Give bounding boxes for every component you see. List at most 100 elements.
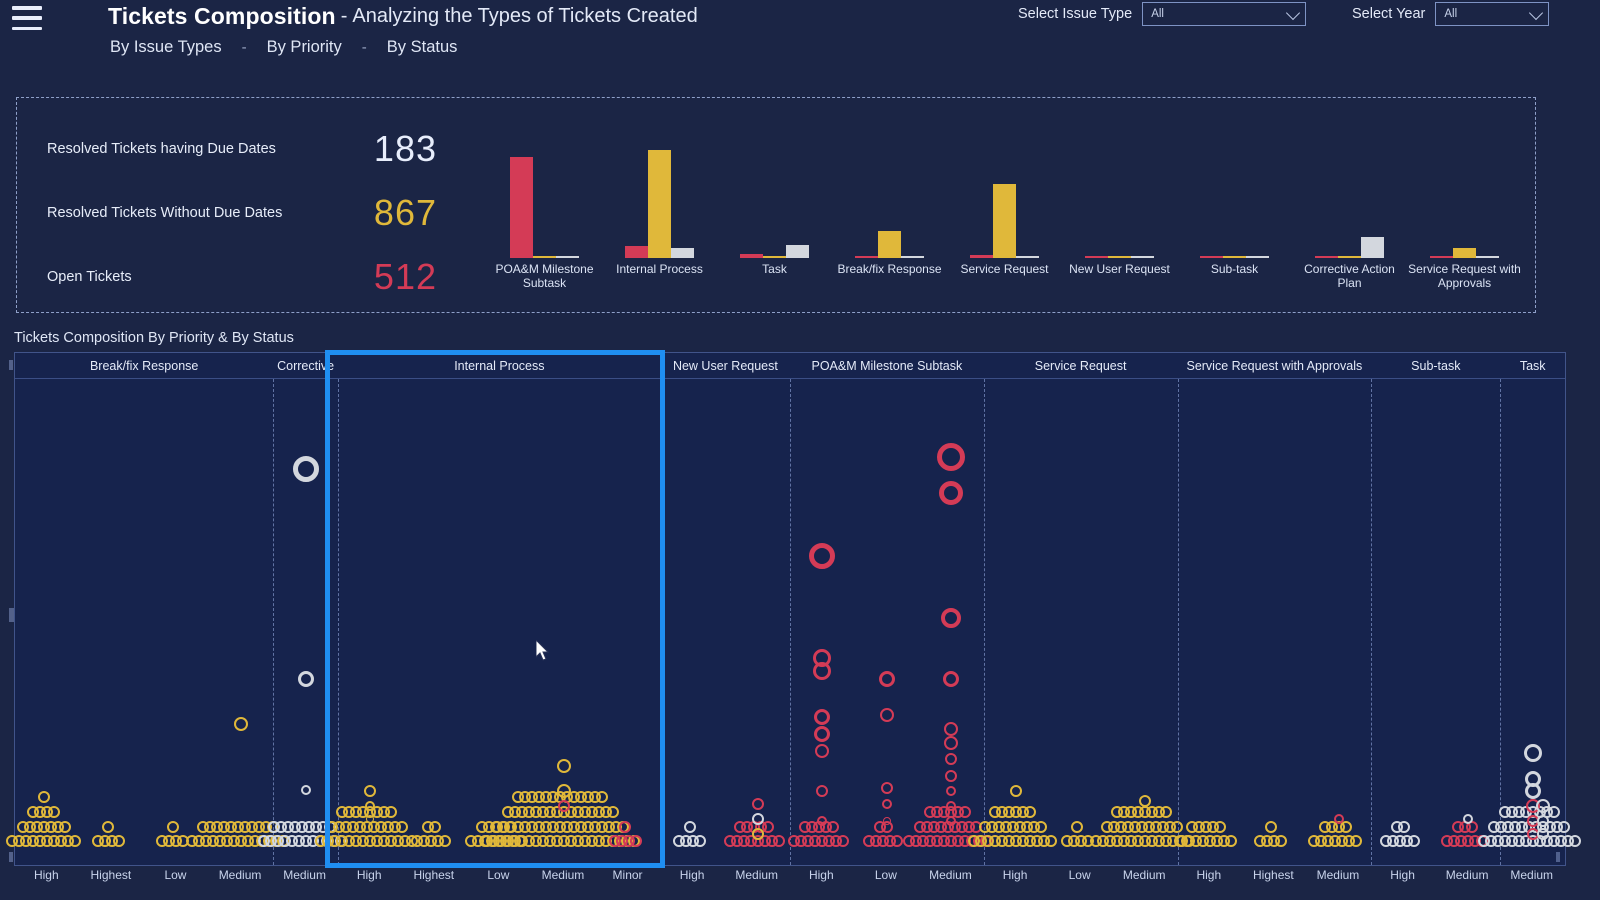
scatter-bubble[interactable] xyxy=(1524,783,1541,799)
bar-2[interactable] xyxy=(556,255,579,258)
scatter-bubble[interactable] xyxy=(751,813,764,825)
scatter-bubble[interactable] xyxy=(959,806,972,818)
scatter-bubble[interactable] xyxy=(556,784,571,798)
issue-type-bar-chart[interactable]: POA&M Milestone Subtask Internal Process T… xyxy=(487,108,1522,304)
scatter-bubble[interactable] xyxy=(813,662,832,680)
scatter-bubble[interactable] xyxy=(1010,785,1023,797)
bar-2[interactable] xyxy=(1131,255,1154,258)
scatter-bubble[interactable] xyxy=(297,671,314,687)
bar-group[interactable] xyxy=(832,148,947,258)
bar-1[interactable] xyxy=(648,149,671,258)
bar-0[interactable] xyxy=(1085,255,1108,258)
scatter-bubble[interactable] xyxy=(1160,806,1173,818)
scatter-bubble[interactable] xyxy=(944,722,959,736)
matrix-column-header[interactable]: Service Request xyxy=(984,353,1178,379)
bar-2[interactable] xyxy=(1361,237,1384,258)
bar-group[interactable] xyxy=(1177,148,1292,258)
scatter-bubble[interactable] xyxy=(112,835,125,847)
scatter-bubble[interactable] xyxy=(1224,835,1237,847)
scatter-bubble[interactable] xyxy=(882,817,891,825)
scatter-bubble[interactable] xyxy=(683,821,696,833)
bar-group[interactable] xyxy=(1062,148,1177,258)
matrix-column-header[interactable]: Corrective xyxy=(273,353,338,379)
bar-0[interactable] xyxy=(510,156,533,258)
scatter-bubble[interactable] xyxy=(939,481,964,505)
bar-group[interactable] xyxy=(602,148,717,258)
scatter-bubble[interactable] xyxy=(815,744,830,758)
matrix-column-header[interactable]: New User Request xyxy=(661,353,790,379)
bar-2[interactable] xyxy=(786,244,809,258)
scatter-bubble[interactable] xyxy=(814,726,831,742)
scatter-bubble[interactable] xyxy=(1139,795,1152,807)
scatter-bubble[interactable] xyxy=(1568,835,1581,847)
scatter-bubble[interactable] xyxy=(1045,835,1058,847)
scatter-bubble[interactable] xyxy=(1024,806,1037,818)
scatter-bubble[interactable] xyxy=(606,806,619,818)
scatter-bubble[interactable] xyxy=(1408,835,1421,847)
bar-1[interactable] xyxy=(1453,248,1476,258)
subnav-item-by-issue-types[interactable]: By Issue Types xyxy=(108,38,224,57)
bar-0[interactable] xyxy=(855,255,878,258)
scatter-bubble[interactable] xyxy=(364,785,377,797)
scatter-bubble[interactable] xyxy=(166,821,179,833)
scatter-bubble[interactable] xyxy=(943,671,960,687)
scatter-bubble[interactable] xyxy=(945,753,958,765)
bar-1[interactable] xyxy=(1108,255,1131,258)
scatter-bubble[interactable] xyxy=(762,821,775,833)
matrix-column-header[interactable]: Task xyxy=(1500,353,1565,379)
scatter-bubble[interactable] xyxy=(751,798,764,810)
matrix-column-header[interactable]: POA&M Milestone Subtask xyxy=(790,353,984,379)
bar-group[interactable] xyxy=(717,148,832,258)
scatter-bubble[interactable] xyxy=(1333,814,1344,824)
hamburger-icon[interactable] xyxy=(12,6,42,30)
matrix-column-header[interactable]: Break/fix Response xyxy=(15,353,273,379)
bar-group[interactable] xyxy=(1407,148,1522,258)
scatter-bubble[interactable] xyxy=(395,821,408,833)
bar-1[interactable] xyxy=(993,184,1016,258)
bar-0[interactable] xyxy=(1200,255,1223,258)
scatter-bubble[interactable] xyxy=(596,791,609,803)
scatter-bubble[interactable] xyxy=(937,443,966,471)
matrix-column-header[interactable]: Sub-task xyxy=(1371,353,1500,379)
scatter-bubble[interactable] xyxy=(1071,821,1084,833)
scatter-bubble[interactable] xyxy=(1535,799,1550,813)
bar-0[interactable] xyxy=(625,245,648,258)
matrix-column-header[interactable]: Service Request with Approvals xyxy=(1178,353,1372,379)
scatter-bubble[interactable] xyxy=(292,456,319,482)
scatter-bubble[interactable] xyxy=(1275,835,1288,847)
scatter-bubble[interactable] xyxy=(891,835,904,847)
bar-2[interactable] xyxy=(1016,255,1039,258)
scatter-bubble[interactable] xyxy=(69,835,82,847)
scatter-bubble[interactable] xyxy=(300,785,311,795)
scatter-bubble[interactable] xyxy=(1214,821,1227,833)
bar-2[interactable] xyxy=(1246,255,1269,258)
scatter-bubble[interactable] xyxy=(1523,744,1542,762)
scatter-bubble[interactable] xyxy=(941,608,962,628)
scatter-bubble[interactable] xyxy=(234,717,249,731)
scatter-bubble[interactable] xyxy=(557,800,570,812)
bar-0[interactable] xyxy=(1430,255,1453,258)
scatter-bubble[interactable] xyxy=(880,782,893,794)
scatter-bubble[interactable] xyxy=(1558,821,1571,833)
scatter-bubble[interactable] xyxy=(385,806,398,818)
scatter-bubble[interactable] xyxy=(629,835,642,847)
scatter-bubble[interactable] xyxy=(814,709,831,725)
bar-2[interactable] xyxy=(901,255,924,258)
bar-group[interactable] xyxy=(1292,148,1407,258)
scatter-bubble[interactable] xyxy=(619,821,632,833)
scatter-bubble[interactable] xyxy=(1397,821,1410,833)
scatter-bubble[interactable] xyxy=(878,671,895,687)
scatter-bubble[interactable] xyxy=(37,791,50,803)
bar-1[interactable] xyxy=(878,231,901,258)
scatter-bubble[interactable] xyxy=(694,835,707,847)
scatter-bubble[interactable] xyxy=(1536,815,1549,827)
scatter-bubble[interactable] xyxy=(102,821,115,833)
bar-1[interactable] xyxy=(1338,255,1361,258)
scatter-bubble[interactable] xyxy=(945,770,958,782)
priority-status-scatter-matrix[interactable]: Break/fix Response Corrective Internal Pro… xyxy=(6,352,1581,866)
bar-2[interactable] xyxy=(1476,255,1499,258)
scatter-bubble[interactable] xyxy=(439,835,452,847)
subnav-item-by-priority[interactable]: By Priority xyxy=(265,38,344,57)
scatter-bubble[interactable] xyxy=(946,786,957,796)
bar-1[interactable] xyxy=(533,255,556,258)
